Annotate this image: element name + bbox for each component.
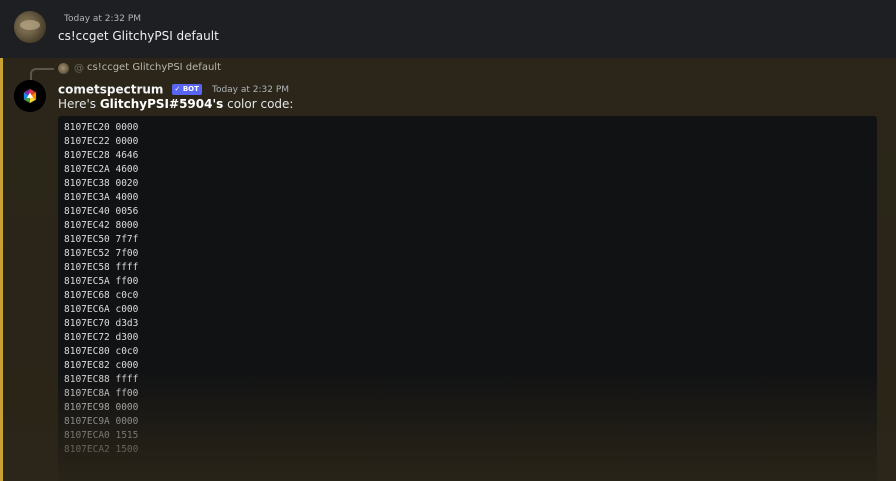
intro-suffix: color code:: [223, 97, 294, 111]
code-line: 8107EC58 ffff: [64, 262, 139, 273]
code-line: 8107EC82 c000: [64, 360, 139, 371]
code-line: 8107EC50 7f7f: [64, 234, 139, 245]
reply-spine: [30, 68, 54, 80]
code-line: 8107EC2A 4600: [64, 164, 139, 175]
fade-overlay: [58, 371, 877, 481]
author-name[interactable]: cometspectrum: [58, 83, 163, 97]
bot-badge: ✓ BOT: [171, 84, 202, 95]
code-line: 8107EC20 0000: [64, 122, 139, 133]
message-user-command[interactable]: Today at 2:32 PM cs!ccget GlitchyPSI def…: [0, 0, 896, 58]
user-tag: GlitchyPSI#5904's: [99, 97, 224, 111]
code-line: 8107EC28 4646: [64, 150, 139, 161]
code-line: 8107EC38 0020: [64, 178, 139, 189]
reply-preview-text[interactable]: cs!ccget GlitchyPSI default: [87, 62, 221, 73]
code-line: 8107EC88 ffff: [64, 374, 139, 385]
code-line: 8107EC5A ff00: [64, 276, 139, 287]
code-line: 8107EC22 0000: [64, 136, 139, 147]
message-timestamp[interactable]: Today at 2:32 PM: [212, 85, 289, 95]
code-line: 8107EC6A c000: [64, 304, 139, 315]
code-line: 8107EC70 d3d3: [64, 318, 139, 329]
code-line: 8107ECA0 1515: [64, 430, 139, 441]
message-bot-reply[interactable]: @ cs!ccget GlitchyPSI default cometspect…: [0, 58, 896, 481]
message-timestamp[interactable]: Today at 2:32 PM: [64, 14, 141, 24]
code-line: 8107EC8A ff00: [64, 388, 139, 399]
code-line: 8107EC3A 4000: [64, 192, 139, 203]
reply-user-avatar[interactable]: [58, 63, 69, 74]
code-line: 8107EC40 0056: [64, 206, 139, 217]
code-lines: 8107EC20 0000 8107EC22 0000 8107EC28 4646 8…: [64, 121, 138, 457]
user-avatar[interactable]: [14, 11, 46, 43]
code-line: 8107EC68 c0c0: [64, 290, 139, 301]
code-line: 8107EC72 d300: [64, 332, 139, 343]
reply-mention-symbol: @: [74, 63, 84, 74]
message-text: cs!ccget GlitchyPSI default: [58, 29, 219, 43]
code-block[interactable]: 8107EC20 0000 8107EC22 0000 8107EC28 4646 8…: [58, 116, 877, 481]
intro-prefix: Here's: [58, 97, 100, 111]
bot-avatar[interactable]: [14, 80, 46, 112]
code-line: 8107EC42 8000: [64, 220, 139, 231]
cometspectrum-logo-icon: [14, 80, 46, 112]
code-line: 8107EC98 0000: [64, 402, 139, 413]
code-line: 8107EC80 c0c0: [64, 346, 139, 357]
message-text: Here's GlitchyPSI#5904's color code:: [58, 97, 293, 111]
code-line: 8107EC52 7f00: [64, 248, 139, 259]
code-line: 8107EC9A 0000: [64, 416, 139, 427]
avatar-image-icon: [20, 20, 40, 30]
chat-messages: Today at 2:32 PM cs!ccget GlitchyPSI def…: [0, 0, 896, 481]
message-header: cometspectrum ✓ BOT Today at 2:32 PM: [58, 79, 289, 97]
code-line: 8107ECA2 1500: [64, 444, 139, 455]
mention-highlight-bar: [0, 58, 3, 481]
